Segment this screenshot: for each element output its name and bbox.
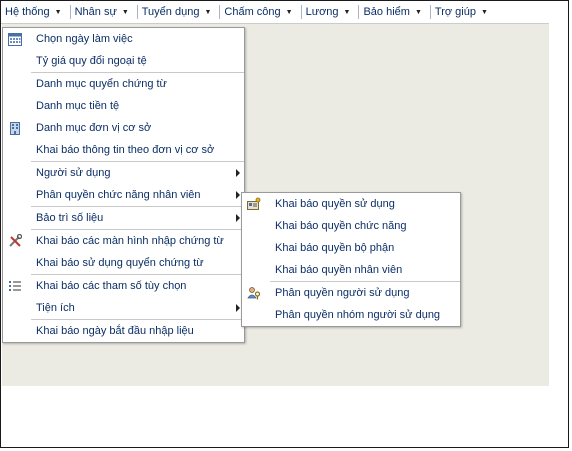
phan-quyen-submenu: Khai báo quyền sử dụng Khai báo quyền ch… [241, 192, 461, 327]
menu-item-label: Khai báo các tham số tùy chọn [36, 280, 187, 292]
menu-item-kb-man-hinh[interactable]: Khai báo các màn hình nhập chứng từ [3, 230, 244, 252]
menu-item-dm-quyen[interactable]: Danh mục quyển chứng từ [3, 73, 244, 95]
menu-item-label: Danh mục quyển chứng từ [36, 78, 167, 90]
menu-label: Hệ thống [5, 6, 50, 18]
chevron-down-icon: ▼ [480, 8, 488, 16]
menu-item-phan-quyen[interactable]: Phân quyền chức năng nhân viên [3, 184, 244, 206]
submenu-item-pq-nguoi-su-dung[interactable]: Phân quyền người sử dụng [242, 282, 460, 304]
menu-item-label: Chọn ngày làm việc [36, 33, 133, 45]
chevron-down-icon: ▼ [285, 8, 293, 16]
chevron-right-icon [236, 191, 240, 199]
menu-item-ty-gia[interactable]: Tỷ giá quy đổi ngoại tệ [3, 50, 244, 72]
chevron-down-icon: ▼ [121, 8, 129, 16]
menu-item-label: Danh mục đơn vị cơ sở [36, 122, 152, 134]
building-icon [8, 121, 22, 135]
menu-item-label: Bảo trì số liệu [36, 212, 104, 224]
he-thong-dropdown: Chọn ngày làm việc Tỷ giá quy đổi ngoại … [2, 27, 245, 343]
menu-label: Lương [305, 6, 339, 18]
submenu-item-kb-quyen-bo-phan[interactable]: Khai báo quyền bộ phận [242, 237, 460, 259]
chevron-right-icon [236, 304, 240, 312]
menu-item-dm-tien-te[interactable]: Danh mục tiền tệ [3, 95, 244, 117]
menu-item-bao-tri[interactable]: Bảo trì số liệu [3, 207, 244, 229]
menu-item-kb-ngay[interactable]: Khai báo ngày bắt đầu nhập liệu [3, 320, 244, 342]
menu-label: Nhân sự [74, 6, 117, 18]
menu-item-label: Phân quyền chức năng nhân viên [36, 189, 201, 201]
menu-item-label: Khai báo thông tin theo đơn vị cơ sở [36, 144, 215, 156]
submenu-item-label: Phân quyền nhóm người sử dụng [275, 309, 441, 321]
menu-item-chon-ngay[interactable]: Chọn ngày làm việc [3, 28, 244, 50]
submenu-item-label: Khai báo quyền nhân viên [275, 264, 403, 276]
chevron-right-icon [236, 169, 240, 177]
menu-item-label: Tiện ích [36, 302, 75, 314]
menu-bao-hiem[interactable]: Bảo hiểm ▼ [359, 1, 429, 23]
menu-item-nguoi-su-dung[interactable]: Người sử dụng [3, 162, 244, 184]
users-key-icon [247, 286, 261, 300]
menu-item-label: Khai báo ngày bắt đầu nhập liệu [36, 325, 194, 337]
menu-luong[interactable]: Lương ▼ [302, 1, 359, 23]
calendar-icon [8, 32, 22, 46]
menu-label: Bảo hiểm [363, 6, 410, 18]
chevron-down-icon: ▼ [343, 8, 351, 16]
menu-item-kb-tham-so[interactable]: Khai báo các tham số tùy chọn [3, 275, 244, 297]
menu-item-tien-ich[interactable]: Tiện ích [3, 297, 244, 319]
chevron-right-icon [236, 214, 240, 222]
menu-label: Chấm công [224, 6, 281, 18]
menu-item-label: Danh mục tiền tệ [36, 100, 120, 112]
menu-item-label: Khai báo các màn hình nhập chứng từ [36, 235, 224, 247]
submenu-item-label: Khai báo quyền bộ phận [275, 242, 395, 254]
chevron-down-icon: ▼ [204, 8, 212, 16]
submenu-item-kb-quyen-nhan-vien[interactable]: Khai báo quyền nhân viên [242, 259, 460, 281]
menu-item-label: Khai báo sử dụng quyển chứng từ [36, 257, 204, 269]
menu-label: Trợ giúp [434, 6, 476, 18]
submenu-item-kb-quyen-chuc-nang[interactable]: Khai báo quyền chức năng [242, 215, 460, 237]
app-window: Hệ thống ▼ Nhân sự ▼ Tuyển dụng ▼ Chấm công… [0, 0, 569, 448]
menu-label: Tuyển dụng [141, 6, 200, 18]
chevron-down-icon: ▼ [414, 8, 422, 16]
submenu-item-label: Khai báo quyền chức năng [275, 220, 407, 232]
submenu-item-label: Phân quyền người sử dụng [275, 287, 410, 299]
menu-bar: Hệ thống ▼ Nhân sự ▼ Tuyển dụng ▼ Chấm công… [1, 1, 549, 24]
menu-item-label: Người sử dụng [36, 167, 111, 179]
menu-nhan-su[interactable]: Nhân sự ▼ [71, 1, 137, 23]
menu-cham-cong[interactable]: Chấm công ▼ [220, 1, 300, 23]
chevron-down-icon: ▼ [54, 8, 62, 16]
tools-icon [8, 233, 23, 248]
menu-tro-giup[interactable]: Trợ giúp ▼ [431, 1, 496, 23]
list-icon [8, 279, 22, 293]
menu-item-kb-thong-tin[interactable]: Khai báo thông tin theo đơn vị cơ sở [3, 139, 244, 161]
menu-he-thong[interactable]: Hệ thống ▼ [1, 1, 70, 23]
key-card-icon [247, 197, 261, 211]
menu-item-dm-don-vi[interactable]: Danh mục đơn vị cơ sở [3, 117, 244, 139]
menu-item-kb-su-dung-quyen[interactable]: Khai báo sử dụng quyển chứng từ [3, 252, 244, 274]
submenu-item-label: Khai báo quyền sử dụng [275, 198, 395, 210]
submenu-item-kb-quyen-su-dung[interactable]: Khai báo quyền sử dụng [242, 193, 460, 215]
menu-item-label: Tỷ giá quy đổi ngoại tệ [36, 55, 147, 67]
menu-tuyen-dung[interactable]: Tuyển dụng ▼ [138, 1, 220, 23]
submenu-item-pq-nhom[interactable]: Phân quyền nhóm người sử dụng [242, 304, 460, 326]
